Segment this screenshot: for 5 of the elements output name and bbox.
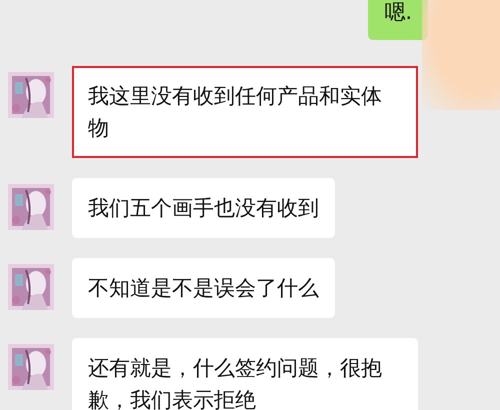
message-bubble: 我这里没有收到任何产品和实体物 [72,66,418,158]
message-bubble: 嗯. [368,0,428,40]
message-bubble: 不知道是不是误会了什么 [72,258,335,318]
message-bubble: 还有就是，什么签约问题，很抱歉，我们表示拒绝 [72,338,418,410]
message-bubble: 我们五个画手也没有收到 [72,178,335,238]
